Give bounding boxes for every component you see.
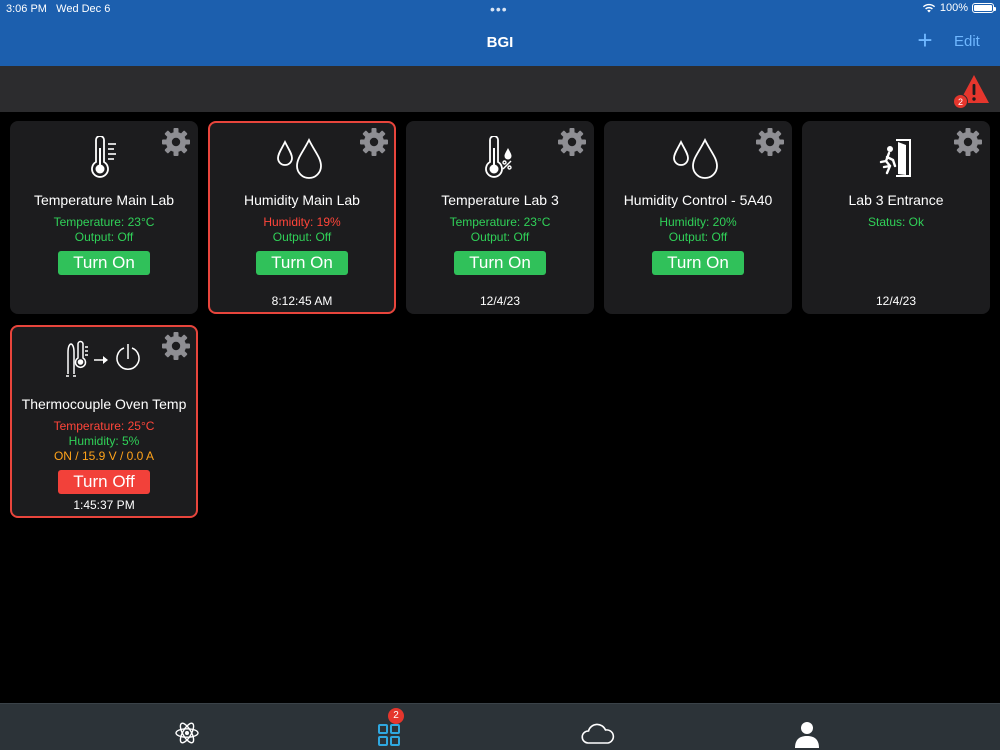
power-reading: ON / 15.9 V / 0.0 A bbox=[53, 449, 155, 463]
output-status: Output: Off bbox=[470, 230, 530, 244]
humidity-reading: Humidity: 19% bbox=[263, 215, 341, 229]
add-button[interactable]: + bbox=[914, 27, 936, 53]
last-update-time: 12/4/23 bbox=[479, 294, 521, 308]
last-update-time: 8:12:45 AM bbox=[271, 294, 333, 308]
navigation-bar: 3:06 PM Wed Dec 6 ••• 100% BGI + Edit bbox=[0, 0, 1000, 66]
alert-count-badge: 2 bbox=[953, 94, 968, 109]
last-update-time: 1:45:37 PM bbox=[73, 498, 135, 512]
device-name: Temperature Main Lab bbox=[33, 192, 175, 208]
turn-on-button[interactable]: Turn On bbox=[256, 251, 348, 275]
status-date: Wed Dec 6 bbox=[56, 3, 111, 15]
device-card-thermocouple-oven-temp[interactable]: Thermocouple Oven Temp Temperature: 25°C… bbox=[10, 325, 198, 518]
device-name: Humidity Main Lab bbox=[244, 192, 360, 208]
temperature-reading: Temperature: 23°C bbox=[53, 215, 155, 229]
turn-on-button[interactable]: Turn On bbox=[454, 251, 546, 275]
tab-bar bbox=[0, 703, 1000, 750]
thermometer-icon bbox=[12, 135, 196, 181]
device-name: Thermocouple Oven Temp bbox=[21, 396, 187, 412]
thermocouple-power-icon bbox=[12, 339, 196, 385]
water-drops-icon bbox=[210, 135, 394, 181]
device-readings: Temperature: 25°C Humidity: 5% ON / 15.9… bbox=[12, 419, 196, 464]
device-readings: Temperature: 23°C Output: Off bbox=[12, 215, 196, 245]
status-time: 3:06 PM bbox=[6, 3, 47, 15]
output-status: Output: Off bbox=[74, 230, 134, 244]
atom-icon[interactable] bbox=[172, 718, 202, 748]
device-card-temperature-lab-3[interactable]: Temperature Lab 3 Temperature: 23°C Outp… bbox=[406, 121, 594, 314]
output-status: Output: Off bbox=[668, 230, 728, 244]
turn-on-button[interactable]: Turn On bbox=[652, 251, 744, 275]
output-status: Output: Off bbox=[272, 230, 332, 244]
status-bar-time: 3:06 PM Wed Dec 6 bbox=[6, 3, 110, 15]
wifi-icon bbox=[922, 3, 935, 13]
water-drops-icon bbox=[606, 135, 790, 181]
alert-bar bbox=[0, 66, 1000, 112]
door-exit-icon bbox=[804, 135, 988, 181]
cloud-icon[interactable] bbox=[580, 718, 616, 748]
multitasking-dots-icon[interactable]: ••• bbox=[490, 1, 508, 17]
device-readings: Temperature: 23°C Output: Off bbox=[408, 215, 592, 245]
humidity-reading: Humidity: 20% bbox=[659, 215, 737, 229]
temperature-reading: Temperature: 23°C bbox=[449, 215, 551, 229]
app-root: 3:06 PM Wed Dec 6 ••• 100% BGI + Edit 2 bbox=[0, 0, 1000, 750]
temperature-reading: Temperature: 25°C bbox=[53, 419, 155, 433]
page-title: BGI bbox=[486, 34, 514, 51]
thermometer-humidity-icon bbox=[408, 135, 592, 181]
humidity-reading: Humidity: 5% bbox=[68, 434, 140, 448]
battery-icon bbox=[972, 3, 996, 13]
device-name: Lab 3 Entrance bbox=[848, 192, 944, 208]
last-update-time: 12/4/23 bbox=[875, 294, 917, 308]
battery-percent: 100% bbox=[939, 2, 968, 14]
device-card-humidity-main-lab[interactable]: Humidity Main Lab Humidity: 19% Output: … bbox=[208, 121, 396, 314]
person-icon[interactable] bbox=[792, 718, 822, 748]
edit-button[interactable]: Edit bbox=[954, 33, 980, 50]
turn-off-button[interactable]: Turn Off bbox=[58, 470, 150, 494]
door-status: Status: Ok bbox=[867, 215, 925, 229]
device-readings: Humidity: 19% Output: Off bbox=[210, 215, 394, 245]
tab-badge: 2 bbox=[388, 708, 404, 724]
turn-on-button[interactable]: Turn On bbox=[58, 251, 150, 275]
status-bar-right: 100% bbox=[922, 2, 996, 14]
device-card-humidity-control-5a40[interactable]: Humidity Control - 5A40 Humidity: 20% Ou… bbox=[604, 121, 792, 314]
device-name: Humidity Control - 5A40 bbox=[623, 192, 773, 208]
device-card-temperature-main-lab[interactable]: Temperature Main Lab Temperature: 23°C O… bbox=[10, 121, 198, 314]
device-readings: Status: Ok bbox=[804, 215, 988, 230]
device-readings: Humidity: 20% Output: Off bbox=[606, 215, 790, 245]
device-name: Temperature Lab 3 bbox=[441, 192, 559, 208]
device-card-lab-3-entrance[interactable]: Lab 3 Entrance Status: Ok 12/4/23 bbox=[802, 121, 990, 314]
